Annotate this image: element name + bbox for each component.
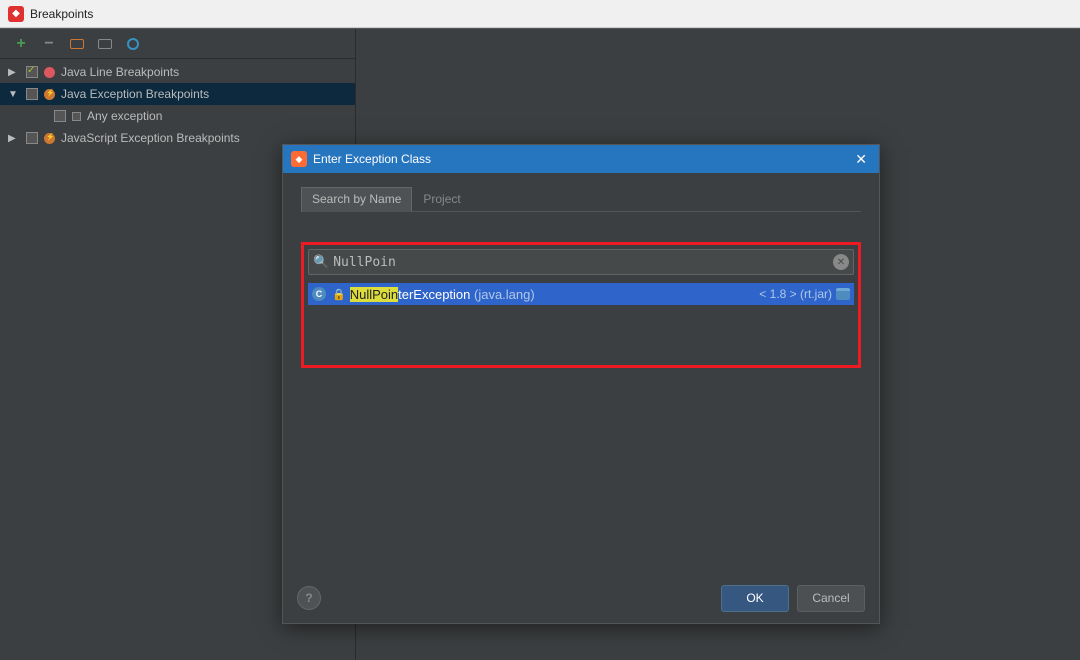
- app-icon: ◆: [8, 6, 24, 22]
- ungroup-button[interactable]: [96, 35, 114, 53]
- breakpoints-toolbar: + −: [0, 29, 355, 59]
- tab-project[interactable]: Project: [412, 187, 471, 211]
- dialog-footer: ? OK Cancel: [283, 573, 879, 623]
- breakpoints-tree: ▶ Java Line Breakpoints ▼ Java Exception…: [0, 59, 355, 149]
- tree-label: Java Line Breakpoints: [61, 65, 179, 79]
- search-icon: 🔍: [313, 254, 329, 270]
- ok-button[interactable]: OK: [721, 585, 789, 612]
- tree-item-java-exception[interactable]: ▼ Java Exception Breakpoints: [0, 83, 355, 105]
- result-match-text: NullPoin: [350, 287, 398, 302]
- add-breakpoint-button[interactable]: +: [12, 35, 30, 53]
- close-button[interactable]: ✕: [851, 149, 871, 170]
- result-rest-text: terException: [398, 287, 470, 302]
- view-options-button[interactable]: [124, 35, 142, 53]
- app-icon: ◆: [291, 151, 307, 167]
- dialog-titlebar[interactable]: ◆ Enter Exception Class ✕: [283, 145, 879, 173]
- checkbox[interactable]: [26, 66, 38, 78]
- search-input[interactable]: [333, 255, 833, 270]
- window-titlebar: ◆ Breakpoints: [0, 0, 1080, 28]
- window-title: Breakpoints: [30, 7, 93, 21]
- tree-label: Any exception: [87, 109, 162, 123]
- collapse-arrow-icon[interactable]: ▼: [8, 89, 20, 100]
- tab-search-by-name[interactable]: Search by Name: [301, 187, 412, 212]
- tree-item-java-line[interactable]: ▶ Java Line Breakpoints: [0, 61, 355, 83]
- help-button[interactable]: ?: [297, 586, 321, 610]
- search-results: C 🔒 NullPointerException (java.lang) < 1…: [308, 283, 854, 305]
- checkbox[interactable]: [26, 132, 38, 144]
- tree-item-any-exception[interactable]: Any exception: [0, 105, 355, 127]
- exception-breakpoint-icon: [44, 133, 55, 144]
- result-meta-text: < 1.8 > (rt.jar): [759, 287, 832, 301]
- checkbox[interactable]: [54, 110, 66, 122]
- dialog-title: Enter Exception Class: [313, 152, 851, 166]
- group-button[interactable]: [68, 35, 86, 53]
- search-field[interactable]: 🔍 ✕: [308, 249, 854, 275]
- result-item[interactable]: C 🔒 NullPointerException (java.lang) < 1…: [308, 283, 854, 305]
- jar-icon: [836, 288, 850, 300]
- tree-label: Java Exception Breakpoints: [61, 87, 209, 101]
- enter-exception-class-dialog: ◆ Enter Exception Class ✕ Search by Name…: [282, 144, 880, 624]
- expand-arrow-icon[interactable]: ▶: [8, 133, 20, 144]
- checkbox[interactable]: [26, 88, 38, 100]
- dialog-tabs: Search by Name Project: [301, 187, 861, 212]
- class-icon: C: [312, 287, 326, 301]
- exception-icon: [72, 112, 81, 121]
- exception-breakpoint-icon: [44, 89, 55, 100]
- result-package-text: (java.lang): [470, 287, 534, 302]
- annotation-highlight: 🔍 ✕ C 🔒 NullPointerException (java.lang)…: [301, 242, 861, 368]
- tree-label: JavaScript Exception Breakpoints: [61, 131, 240, 145]
- remove-breakpoint-button[interactable]: −: [40, 35, 58, 53]
- line-breakpoint-icon: [44, 67, 55, 78]
- clear-search-button[interactable]: ✕: [833, 254, 849, 270]
- cancel-button[interactable]: Cancel: [797, 585, 865, 612]
- expand-arrow-icon[interactable]: ▶: [8, 67, 20, 78]
- lock-icon: 🔒: [332, 288, 346, 301]
